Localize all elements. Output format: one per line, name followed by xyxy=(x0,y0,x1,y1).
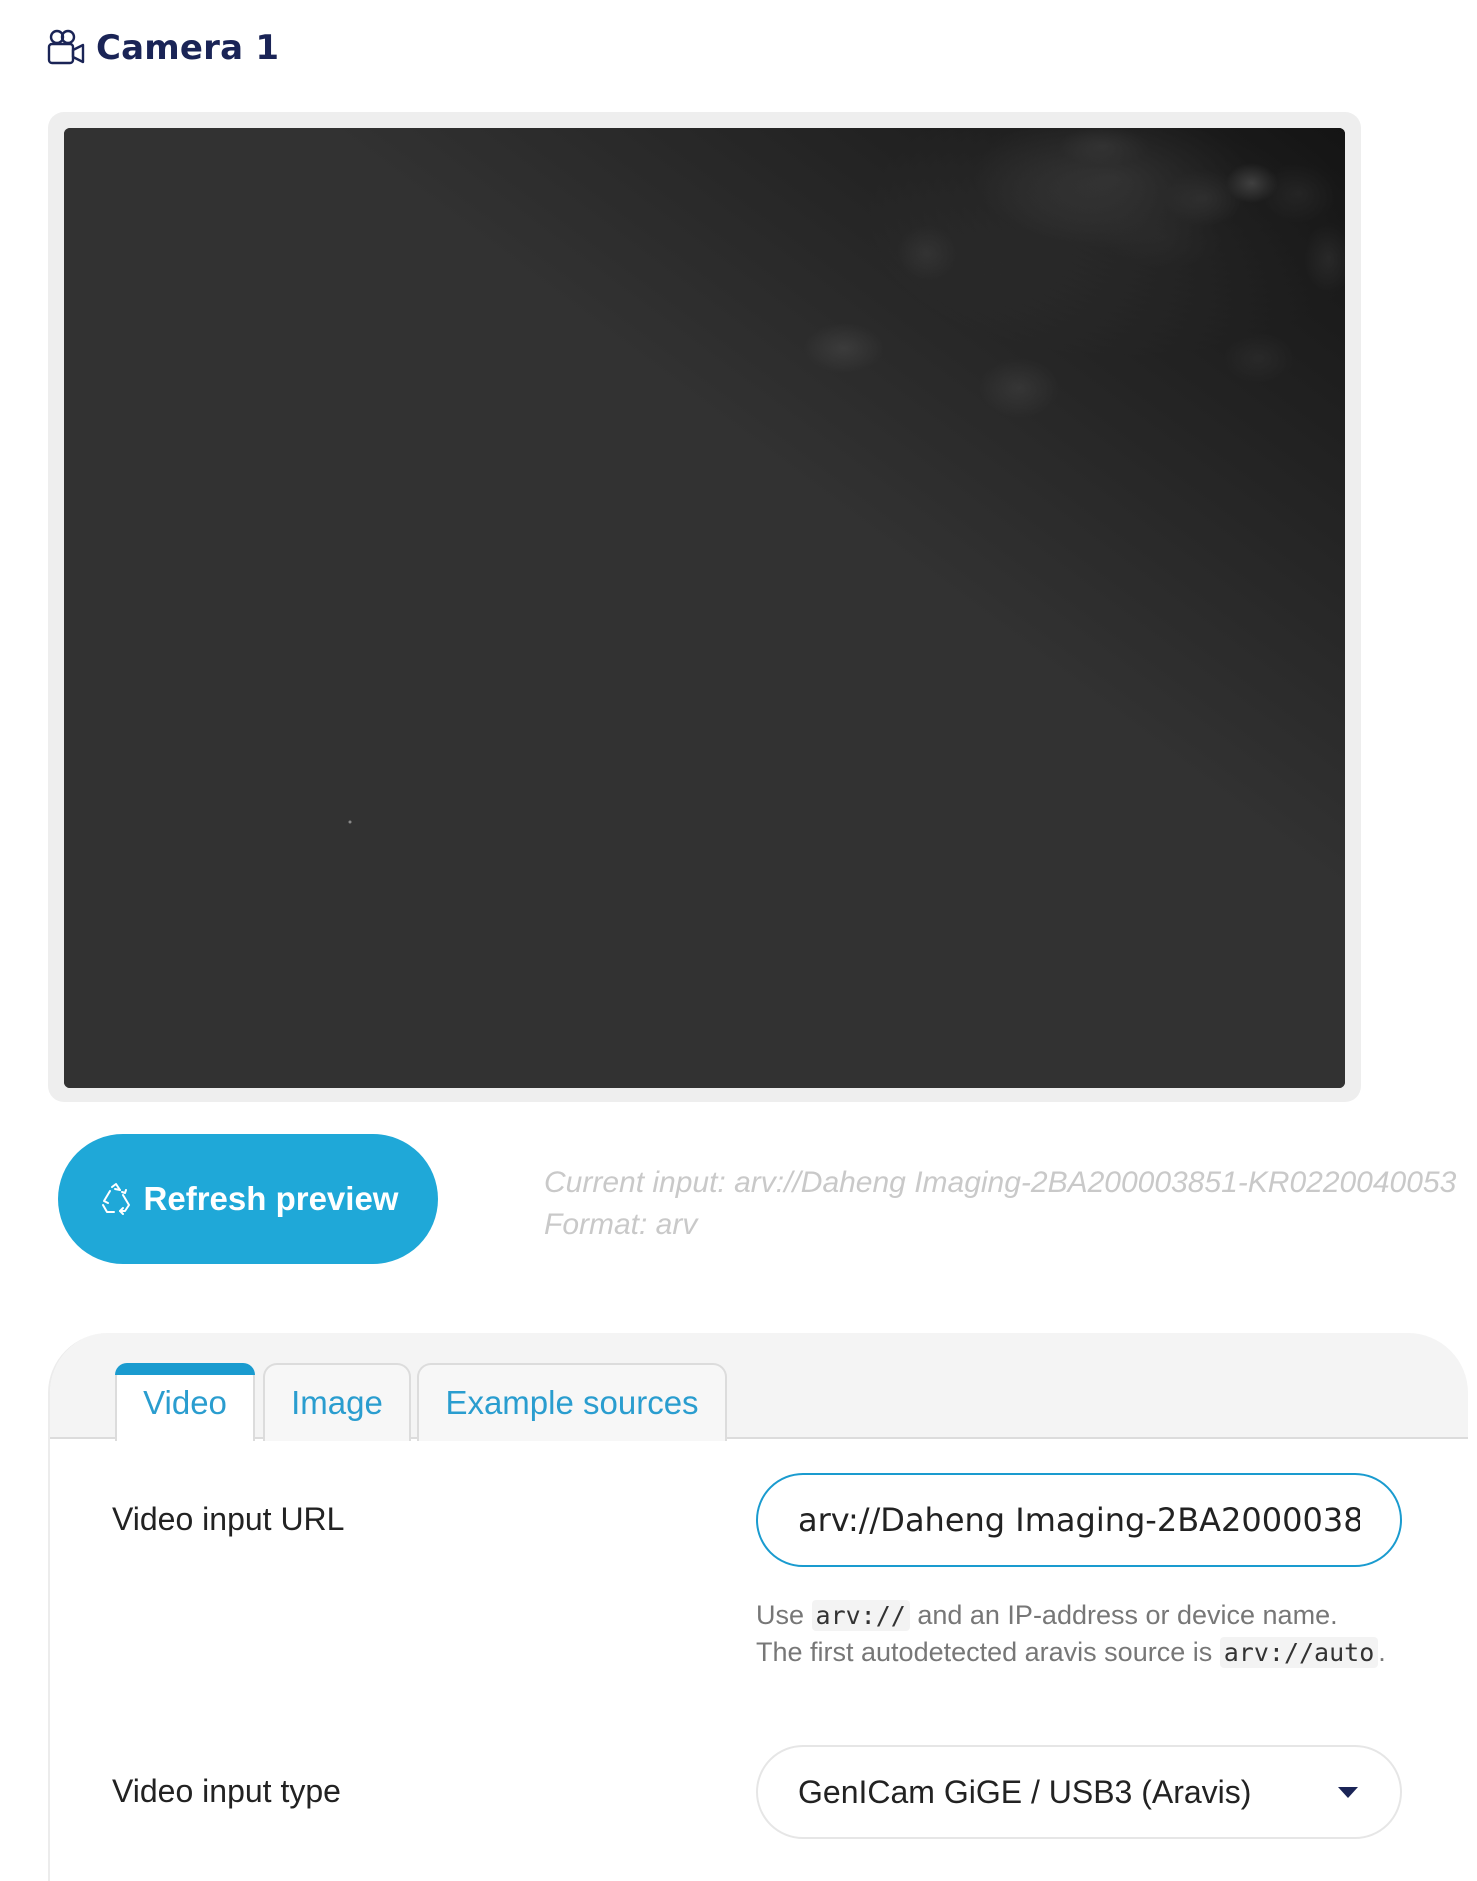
help-line-1-prefix: Use xyxy=(756,1600,812,1630)
help-line-2: The first autodetected aravis source is … xyxy=(756,1634,1386,1671)
camera-header: Camera 1 xyxy=(46,28,279,68)
video-input-url-field[interactable] xyxy=(756,1473,1402,1567)
caret-down-icon xyxy=(1338,1786,1358,1798)
help-code-arv: arv:// xyxy=(811,1600,910,1631)
help-code-arv-auto: arv://auto xyxy=(1219,1637,1379,1668)
format-text: Format: arv xyxy=(544,1208,698,1241)
video-camera-icon xyxy=(46,28,86,68)
help-line-2-prefix: The first autodetected aravis source is xyxy=(756,1637,1220,1667)
preview-frame xyxy=(48,112,1361,1102)
help-line-2-suffix: . xyxy=(1378,1637,1386,1667)
camera-settings-page: Camera 1 Refresh preview Current input: … xyxy=(0,0,1477,1881)
recycle-icon xyxy=(98,1181,134,1217)
video-input-type-value: GenICam GiGE / USB3 (Aravis) xyxy=(798,1773,1252,1810)
video-url-help: Use arv:// and an IP-address or device n… xyxy=(756,1597,1386,1671)
help-line-1: Use arv:// and an IP-address or device n… xyxy=(756,1597,1386,1634)
current-input-text: Current input: arv://Daheng Imaging-2BA2… xyxy=(544,1166,1457,1199)
tab-bar: Video Image Example sources xyxy=(50,1333,1468,1441)
tab-example-sources[interactable]: Example sources xyxy=(417,1363,727,1441)
page-title: Camera 1 xyxy=(96,28,280,68)
input-settings-card: Video Image Example sources Video input … xyxy=(48,1333,1468,1881)
refresh-preview-label: Refresh preview xyxy=(143,1180,399,1217)
tab-image[interactable]: Image xyxy=(263,1363,411,1441)
help-line-1-suffix: and an IP-address or device name. xyxy=(909,1600,1338,1630)
video-input-type-label: Video input type xyxy=(112,1773,341,1809)
camera-preview-image xyxy=(64,128,1345,1088)
video-input-type-select[interactable]: GenICam GiGE / USB3 (Aravis) xyxy=(756,1745,1402,1839)
refresh-preview-button[interactable]: Refresh preview xyxy=(58,1134,438,1264)
tab-video[interactable]: Video xyxy=(115,1363,255,1441)
video-input-url-label: Video input URL xyxy=(112,1501,345,1537)
current-input-info: Current input: arv://Daheng Imaging-2BA2… xyxy=(544,1162,1456,1246)
